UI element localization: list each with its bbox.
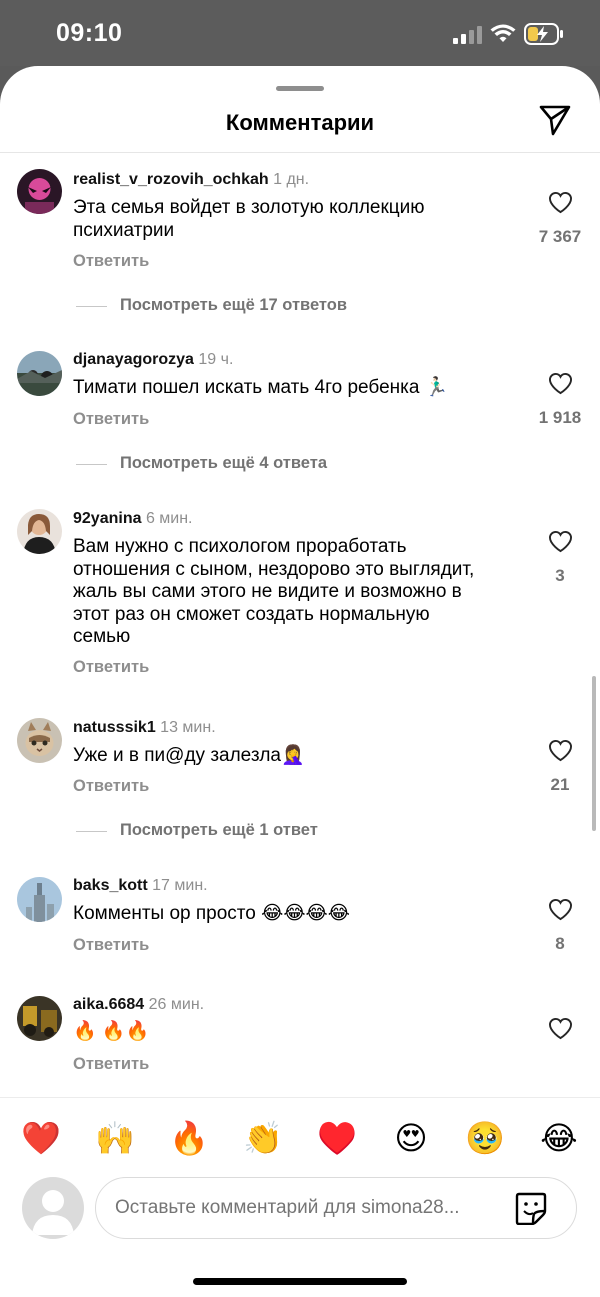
comment-meta: natusssik1 13 мин. (73, 719, 216, 737)
emoji-heart-eyes[interactable]: 😍 (387, 1118, 435, 1158)
comment-text: Уже и в пи@ду залезла🤦‍♀️ (73, 745, 523, 768)
like-count: 7 367 (538, 227, 582, 246)
view-replies-label: Посмотреть ещё 1 ответ (120, 821, 318, 839)
emoji-raising-hands[interactable]: 🙌 (91, 1118, 139, 1158)
comment-time: 19 ч. (198, 351, 234, 368)
comment-text-line: отношения с сыном, нездорово это выгляди… (73, 558, 475, 580)
comment-text: 🔥 🔥🔥 (73, 1021, 523, 1044)
comment-text-line: Вам нужно с психологом проработать (73, 536, 407, 557)
comment-time: 13 мин. (160, 719, 216, 736)
comment-text-line: Тимати пошел искать мать 4го ребенка 🏃🏻‍… (73, 377, 449, 398)
avatar[interactable] (17, 169, 62, 214)
emoji-clapping[interactable]: 👏 (239, 1118, 287, 1158)
replies-divider (76, 831, 107, 832)
reply-button[interactable]: Ответить (73, 252, 149, 271)
emoji-tears-of-joy[interactable]: 😂 (535, 1118, 583, 1158)
comment-text-line: Уже и в пи@ду залезла🤦‍♀️ (73, 745, 305, 766)
like-count: 21 (550, 775, 570, 794)
comments-list: realist_v_rozovih_ochkah 1 дн. Эта семья… (0, 0, 600, 1097)
like-count: 1 918 (538, 408, 582, 427)
sticker-icon[interactable] (514, 1191, 548, 1225)
comment-username[interactable]: natusssik1 (73, 719, 156, 736)
comment-meta: baks_kott 17 мин. (73, 877, 208, 895)
comment-text-line: психиатрии (73, 219, 175, 241)
emoji-fire[interactable]: 🔥 (165, 1118, 213, 1158)
heart-icon[interactable] (548, 372, 573, 395)
comment-username[interactable]: 92yanina (73, 510, 141, 527)
view-replies-label: Посмотреть ещё 17 ответов (120, 296, 347, 314)
comment-meta: aika.6684 26 мин. (73, 996, 204, 1014)
like-count: 3 (555, 566, 565, 585)
replies-divider (76, 464, 107, 465)
comment-username[interactable]: realist_v_rozovih_ochkah (73, 171, 269, 188)
comment-text-line: Эта семья войдет в золотую коллекцию (73, 197, 425, 218)
reply-button[interactable]: Ответить (73, 1055, 149, 1074)
heart-icon[interactable] (548, 530, 573, 553)
replies-divider (76, 306, 107, 307)
comment-text-line: семью (73, 626, 131, 647)
emoji-red-heart[interactable]: ♥️ (313, 1118, 361, 1158)
comment-text: Вам нужно с психологом проработать отнош… (73, 536, 523, 649)
view-replies-label: Посмотреть ещё 4 ответа (120, 454, 327, 472)
emoji-heart[interactable]: ❤️ (17, 1118, 65, 1158)
comment-text: Эта семья войдет в золотую коллекцию пси… (73, 197, 523, 242)
comment-text-line: этот раз он сможет создать нормальную (73, 603, 430, 625)
comment-text: Тимати пошел искать мать 4го ребенка 🏃🏻‍… (73, 377, 523, 400)
heart-icon[interactable] (548, 739, 573, 762)
my-avatar[interactable] (22, 1177, 84, 1239)
heart-icon[interactable] (548, 191, 573, 214)
comment-input[interactable] (95, 1177, 577, 1239)
comment-meta: djanayagorozya 19 ч. (73, 351, 233, 369)
home-indicator (193, 1278, 407, 1285)
heart-icon[interactable] (548, 898, 573, 921)
comment-username[interactable]: djanayagorozya (73, 351, 194, 368)
comment-meta: realist_v_rozovih_ochkah 1 дн. (73, 171, 309, 189)
avatar[interactable] (17, 996, 62, 1041)
reply-button[interactable]: Ответить (73, 936, 149, 955)
comment-text-line: Комменты ор просто 😂😂😂😂 (73, 903, 350, 924)
comment-text: Комменты ор просто 😂😂😂😂 (73, 903, 523, 926)
reply-button[interactable]: Ответить (73, 410, 149, 429)
reply-button[interactable]: Ответить (73, 658, 149, 677)
like-count: 8 (555, 934, 565, 953)
emoji-holding-back-tears[interactable]: 🥹 (461, 1118, 509, 1158)
heart-icon[interactable] (548, 1017, 573, 1040)
quick-emoji-bar: ❤️ 🙌 🔥 👏 ♥️ 😍 🥹 😂 (0, 1097, 600, 1177)
scrollbar[interactable] (592, 676, 596, 831)
comment-username[interactable]: aika.6684 (73, 996, 144, 1013)
avatar[interactable] (17, 877, 62, 922)
avatar[interactable] (17, 509, 62, 554)
comment-time: 6 мин. (145, 510, 193, 527)
reply-button[interactable]: Ответить (73, 777, 149, 796)
comment-username[interactable]: baks_kott (73, 877, 148, 894)
comment-time: 1 дн. (273, 171, 310, 188)
comment-text-line: 🔥 🔥🔥 (73, 1021, 150, 1042)
comment-text-line: жаль вы сами этого не видите и возможно … (73, 581, 462, 602)
comment-meta: 92yanina 6 мин. (73, 510, 193, 528)
avatar[interactable] (17, 351, 62, 396)
comment-time: 26 мин. (148, 996, 205, 1013)
comment-time: 17 мин. (152, 877, 208, 894)
avatar[interactable] (17, 718, 62, 763)
